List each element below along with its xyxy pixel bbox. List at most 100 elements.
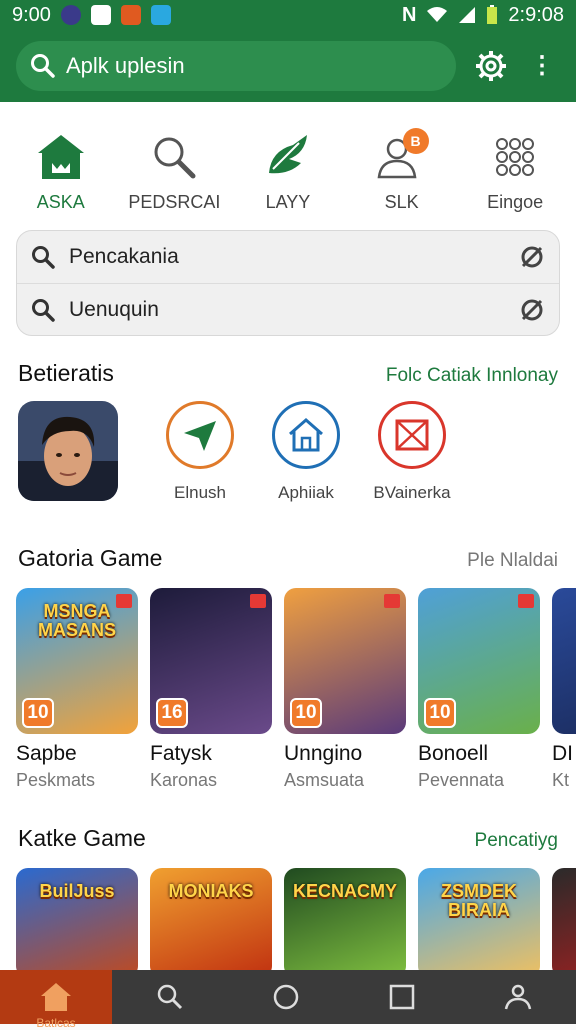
game-card[interactable]: BuilJuss: [16, 868, 138, 970]
grid-icon: [496, 138, 535, 176]
search-placeholder: Aplk uplesin: [66, 53, 185, 78]
featured-item-aphiiak[interactable]: Aphiiak: [256, 401, 356, 503]
section-link[interactable]: Pencatiyg: [475, 830, 558, 852]
game-row: MSNGA MASANS 10 Sapbe Peskmats 16 Fatysk Karon…: [0, 572, 576, 791]
category-layy[interactable]: LAYY: [232, 130, 344, 220]
recent-search-text: Uenuquin: [69, 297, 159, 321]
chat-notification-icon: [150, 5, 171, 25]
nav-home[interactable]: Batlcas: [0, 970, 112, 1030]
download-icon: [384, 594, 400, 608]
game-thumbnail: 16: [150, 588, 272, 734]
app-bar: Aplk uplesin ⋮: [0, 30, 576, 102]
game-notification-icon: [120, 5, 141, 25]
age-rating-badge: 10: [424, 698, 456, 728]
game-publisher: Asmsuata: [284, 770, 365, 790]
game-art-title: ZSMDEK BIRAIA: [441, 881, 517, 920]
status-time-left: 9:00: [12, 3, 51, 26]
game-thumbnail: KECNACMY: [284, 868, 406, 970]
section-title: Betieratis: [18, 360, 114, 386]
game-thumbnail: MONIAKS: [150, 868, 272, 970]
nav-search[interactable]: [112, 970, 228, 1024]
section-title: Katke Game: [18, 825, 146, 851]
category-pedsrcai[interactable]: PEDSRCAI: [118, 130, 230, 220]
recent-searches: Pencakania Uenuquin: [16, 230, 560, 336]
game-name: Unngino: [284, 742, 363, 765]
category-label: Eingoe: [487, 192, 544, 212]
search-icon: [31, 54, 55, 78]
recent-search-text: Pencakania: [69, 245, 179, 268]
search-icon: [157, 984, 183, 1010]
category-label: SLK: [384, 192, 419, 212]
nav-people[interactable]: [460, 970, 576, 1024]
game-publisher: Pevennata: [418, 770, 505, 790]
battery-icon: [487, 5, 498, 24]
circle-icon: [273, 984, 299, 1010]
featured-label: Elnush: [174, 483, 226, 502]
gear-icon[interactable]: [474, 49, 508, 83]
nfc-icon: N: [401, 3, 417, 26]
recent-search-item[interactable]: Uenuquin: [17, 283, 559, 335]
status-time-right: 2:9:08: [508, 3, 564, 26]
signal-icon: [459, 7, 476, 23]
app-notification-icon: [60, 5, 81, 25]
age-rating-badge: 16: [156, 698, 188, 728]
download-icon: [116, 594, 132, 608]
game-row: BuilJuss MONIAKS KECNACMY ZSMDEK BIRAIA: [0, 852, 576, 970]
house-icon: [289, 418, 323, 452]
featured-item-bvainerka[interactable]: BVainerka: [362, 401, 462, 503]
wifi-icon: [427, 7, 448, 22]
game-art-title: BuilJuss: [39, 881, 115, 901]
search-icon: [32, 298, 55, 322]
game-card[interactable]: DI Kt: [552, 588, 576, 791]
featured-item-avatar[interactable]: [18, 401, 118, 503]
section-link[interactable]: Folc Catiak Innlonay: [386, 365, 558, 387]
download-icon: [518, 594, 534, 608]
category-slk[interactable]: B SLK: [346, 128, 458, 220]
more-menu-icon[interactable]: ⋮: [530, 54, 554, 78]
game-card[interactable]: ZSMDEK BIRAIA: [418, 868, 540, 970]
game-name: Bonoell: [418, 742, 489, 765]
people-icon: [504, 984, 532, 1010]
featured-label: BVainerka: [373, 483, 451, 502]
game-art-title: KECNACMY: [292, 881, 397, 901]
category-aska[interactable]: ASKA: [5, 130, 117, 220]
category-eingoe[interactable]: Eingoe: [459, 130, 571, 220]
nav-square[interactable]: [344, 970, 460, 1024]
section-title: Gatoria Game: [18, 545, 163, 571]
leaf-icon: [268, 135, 307, 174]
game-card[interactable]: MONIAKS: [150, 868, 272, 970]
bag-notification-icon: [90, 5, 111, 25]
home-icon: [41, 983, 71, 1011]
category-bar: ASKA PEDSRCAI LAYY B SLK Eingoe: [0, 102, 576, 220]
game-name: Fatysk: [150, 742, 212, 765]
game-art-title: MONIAKS: [168, 881, 254, 901]
game-card[interactable]: 10 Bonoell Pevennata: [418, 588, 540, 791]
game-card[interactable]: 10 Unngino Asmsuata: [284, 588, 406, 791]
game-card[interactable]: MSNGA MASANS 10 Sapbe Peskmats: [16, 588, 138, 791]
main-content: ASKA PEDSRCAI LAYY B SLK Eingoe Pencakan…: [0, 102, 576, 970]
category-label: ASKA: [36, 192, 85, 212]
game-thumbnail: [552, 588, 576, 734]
featured-header: Betieratis Folc Catiak Innlonay: [0, 360, 576, 387]
featured-row: Elnush Aphiiak BVainerka: [0, 387, 576, 503]
game-thumbnail: [552, 868, 576, 970]
recent-search-item[interactable]: Pencakania: [17, 231, 559, 283]
nav-circle[interactable]: [228, 970, 344, 1024]
game-thumbnail: BuilJuss: [16, 868, 138, 970]
game-card[interactable]: [552, 868, 576, 970]
age-rating-badge: 10: [290, 698, 322, 728]
download-icon: [250, 594, 266, 608]
game-card[interactable]: 16 Fatysk Karonas: [150, 588, 272, 791]
section-link[interactable]: Ple Nlaldai: [467, 550, 558, 572]
remove-icon[interactable]: [519, 297, 545, 323]
home-icon: [37, 135, 84, 179]
featured-item-elnush[interactable]: Elnush: [150, 401, 250, 503]
search-icon: [154, 137, 196, 179]
search-input[interactable]: Aplk uplesin: [16, 41, 456, 91]
section1-header: Gatoria Game Ple Nlaldai: [0, 545, 576, 572]
category-label: LAYY: [265, 192, 311, 212]
remove-icon[interactable]: [519, 244, 545, 270]
game-thumbnail: MSNGA MASANS 10: [16, 588, 138, 734]
game-card[interactable]: KECNACMY: [284, 868, 406, 970]
game-name: Sapbe: [16, 742, 77, 765]
